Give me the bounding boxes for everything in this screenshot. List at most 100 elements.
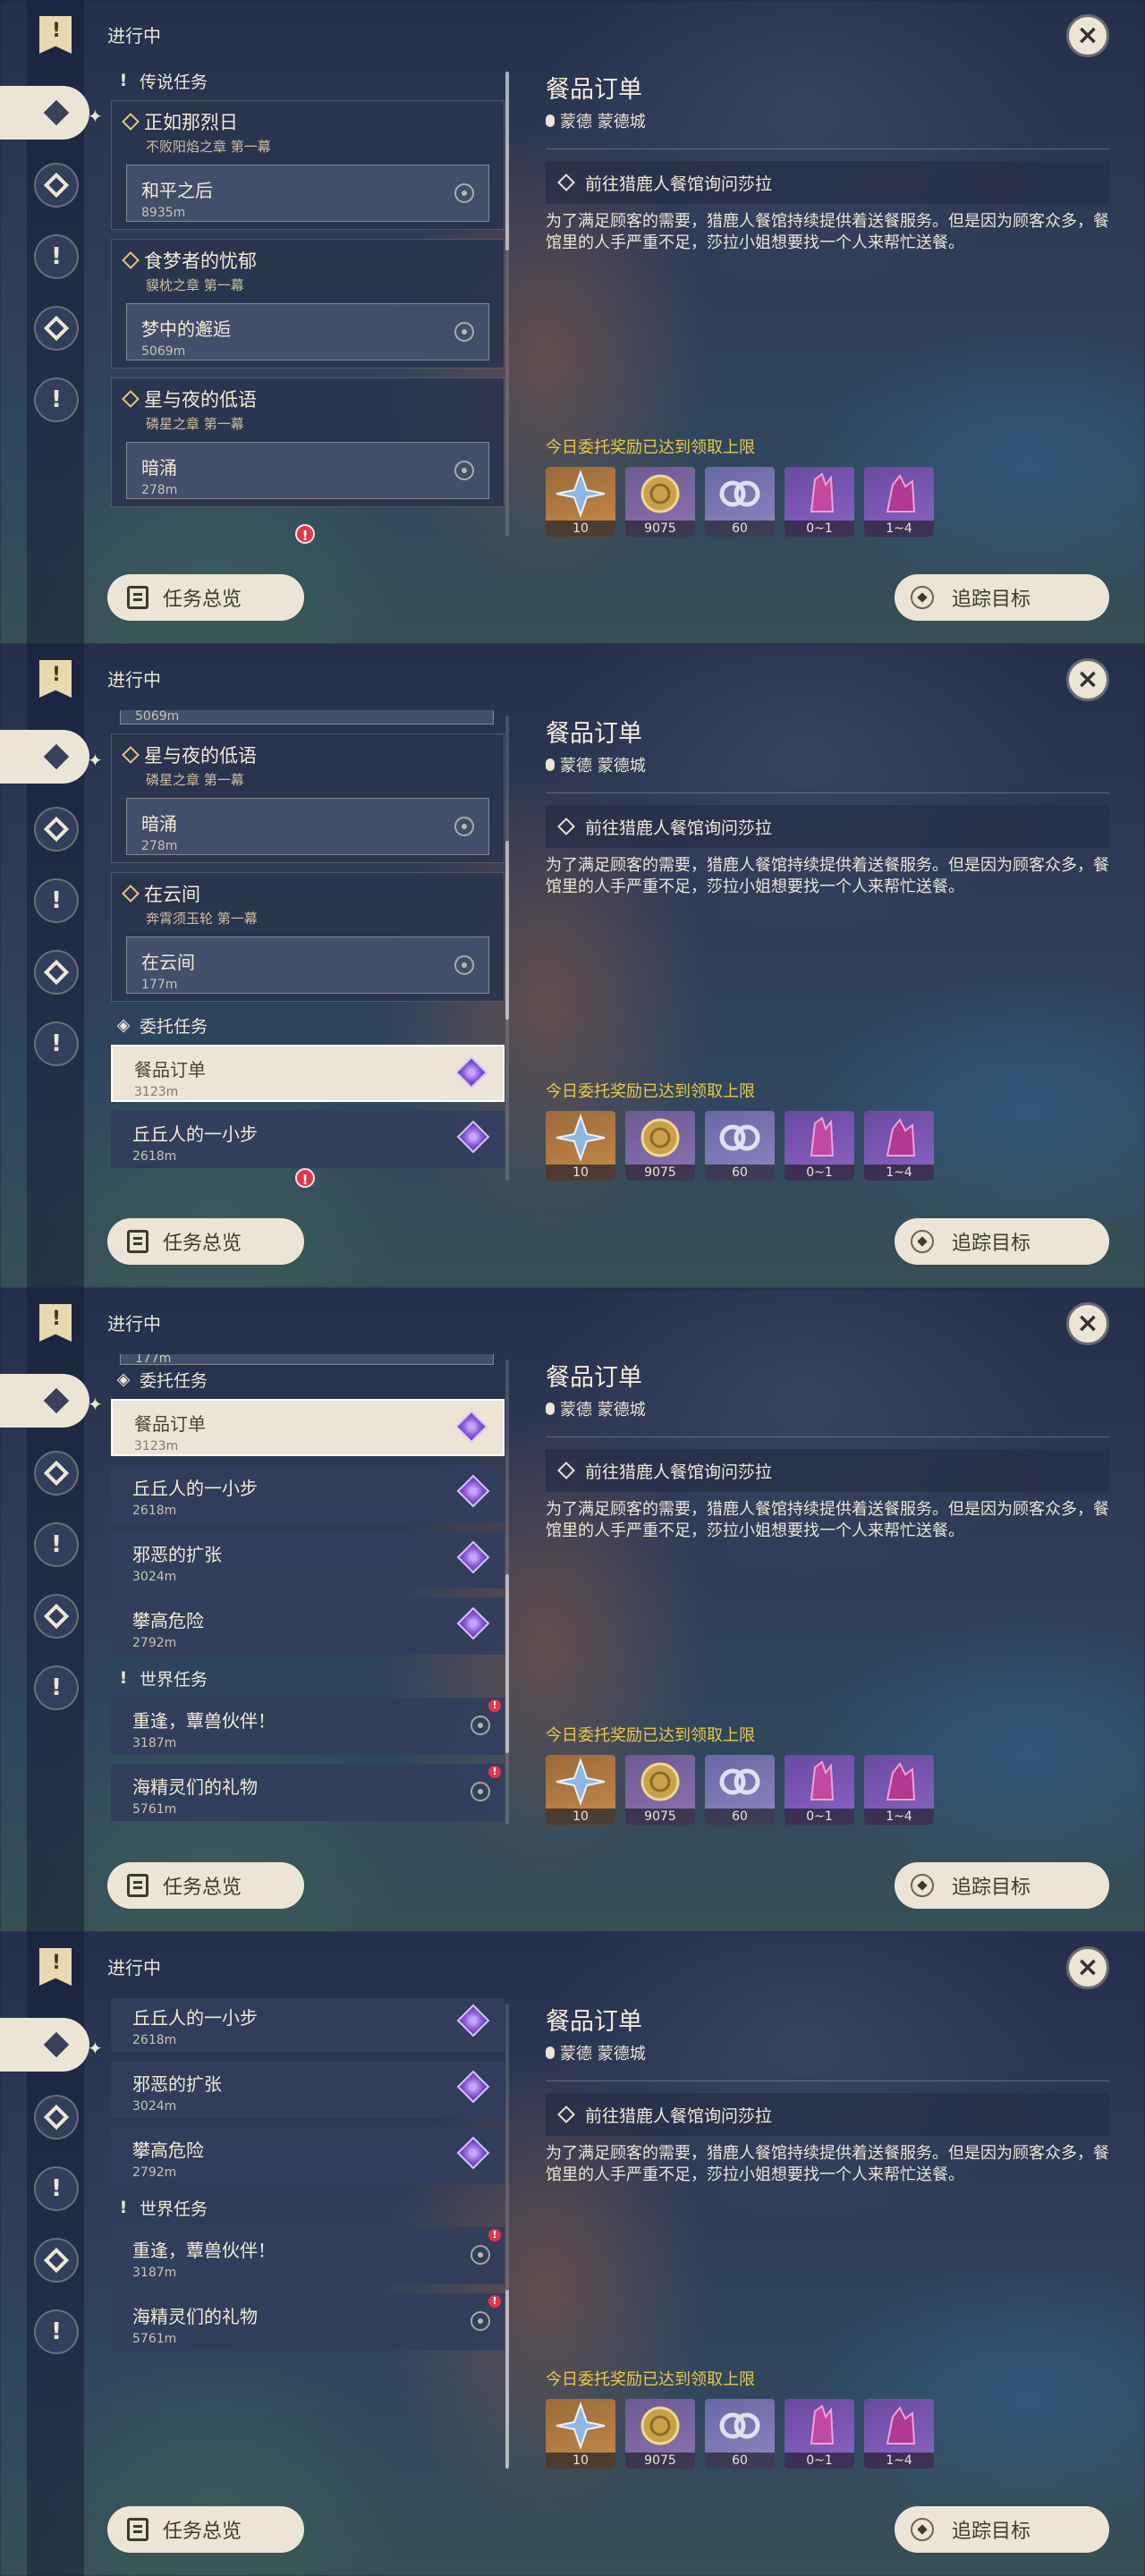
- rail-legend-button[interactable]: !: [34, 2166, 79, 2211]
- rail-all-quests-button[interactable]: [34, 90, 79, 135]
- rail-legend-button[interactable]: !: [34, 234, 79, 279]
- commission-item-selected[interactable]: 餐品订单 3123m: [111, 1045, 505, 1102]
- map-pin-icon[interactable]: [454, 322, 474, 342]
- map-pin-icon[interactable]: [471, 1716, 490, 1735]
- quest-step[interactable]: 和平之后 8935m: [126, 165, 489, 222]
- rail-commission-button[interactable]: [34, 306, 79, 351]
- map-pin-icon[interactable]: [454, 817, 474, 836]
- commission-item[interactable]: 丘丘人的一小步 2618m: [111, 1998, 505, 2052]
- commission-item-selected[interactable]: 餐品订单 3123m: [111, 1399, 505, 1456]
- world-quest-item[interactable]: 重逢，蕈兽伙伴！ 3187m!: [111, 1698, 505, 1755]
- quest-overview-button[interactable]: 任务总览: [107, 1218, 304, 1265]
- quest-group[interactable]: 在云间 奔霄须玉轮 第一幕 在云间 177m: [111, 872, 505, 1002]
- list-scroll-thumb[interactable]: [505, 2290, 509, 2469]
- mora-icon[interactable]: 9075: [625, 467, 695, 537]
- quest-marker-icon: [122, 390, 140, 408]
- rail-world-button[interactable]: !: [34, 1021, 79, 1066]
- rail-world-button[interactable]: !: [34, 2309, 79, 2354]
- commission-item[interactable]: 丘丘人的一小步 2618m: [111, 1111, 505, 1168]
- ore-crystal-icon[interactable]: 0~1: [785, 2399, 854, 2469]
- rail-legend-button[interactable]: !: [34, 1522, 79, 1567]
- world-quest-item[interactable]: 海精灵们的礼物 5761m!: [111, 1764, 505, 1821]
- quest-group[interactable]: 正如那烈日 不败阳焰之章 第一幕 和平之后 8935m: [111, 100, 505, 230]
- quest-step[interactable]: 在云间 177m: [126, 936, 489, 994]
- close-button[interactable]: ×: [1066, 14, 1109, 57]
- rail-archon-button[interactable]: [34, 2095, 79, 2140]
- ore-chunk-icon[interactable]: 1~4: [864, 1111, 934, 1181]
- ore-crystal-icon[interactable]: 0~1: [785, 1755, 854, 1825]
- quest-group[interactable]: 星与夜的低语 磷星之章 第一幕 暗涌 278m: [111, 377, 505, 507]
- close-button[interactable]: ×: [1066, 1302, 1109, 1345]
- ore-crystal-icon[interactable]: 0~1: [785, 1111, 854, 1181]
- adventure-exp-icon[interactable]: 60: [705, 1111, 775, 1181]
- track-objective-button[interactable]: 追踪目标: [895, 2506, 1109, 2553]
- track-objective-button[interactable]: 追踪目标: [895, 574, 1109, 621]
- close-button[interactable]: ×: [1066, 658, 1109, 701]
- close-button[interactable]: ×: [1066, 1946, 1109, 1989]
- commission-item[interactable]: 邪恶的扩张 3024m: [111, 2061, 505, 2118]
- mora-icon[interactable]: 9075: [625, 1755, 695, 1825]
- list-scroll-thumb[interactable]: [505, 841, 509, 1020]
- section-legend: ! 传说任务: [106, 66, 508, 95]
- commission-item[interactable]: 攀高危险 2792m: [111, 2127, 505, 2184]
- map-pin-icon[interactable]: [454, 955, 474, 975]
- ore-crystal-icon[interactable]: 0~1: [785, 467, 854, 537]
- map-pin-icon[interactable]: [471, 1782, 490, 1801]
- track-objective-button[interactable]: 追踪目标: [895, 1218, 1109, 1265]
- location-pin-icon: [546, 758, 555, 771]
- ore-chunk-icon[interactable]: 1~4: [864, 1755, 934, 1825]
- quest-overview-button[interactable]: 任务总览: [107, 1862, 304, 1909]
- quest-step-partial[interactable]: 177m: [120, 1354, 494, 1366]
- rail-all-quests-button[interactable]: [34, 1378, 79, 1423]
- rail-archon-button[interactable]: [34, 163, 79, 208]
- rail-archon-button[interactable]: [34, 807, 79, 852]
- list-scroll-thumb[interactable]: [505, 72, 509, 250]
- quest-group[interactable]: 食梦者的忧郁 貘枕之章 第一幕 梦中的邂逅 5069m: [111, 239, 505, 369]
- quest-list[interactable]: 5069m 星与夜的低语 磷星之章 第一幕 暗涌 278m 在云间 奔霄须玉轮 第…: [106, 710, 508, 1184]
- rail-archon-button[interactable]: [34, 1451, 79, 1496]
- quest-list[interactable]: 丘丘人的一小步 2618m 邪恶的扩张 3024m 攀高危险 2792m ! 世界任务 …: [106, 1998, 508, 2472]
- ore-chunk-icon[interactable]: 1~4: [864, 2399, 934, 2469]
- mora-icon[interactable]: 9075: [625, 2399, 695, 2469]
- map-pin-icon[interactable]: [471, 2311, 490, 2331]
- quest-overview-button[interactable]: 任务总览: [107, 2506, 304, 2553]
- quest-step-partial[interactable]: 5069m: [120, 710, 494, 724]
- commission-item[interactable]: 丘丘人的一小步 2618m: [111, 1465, 505, 1522]
- rail-commission-button[interactable]: [34, 950, 79, 995]
- quest-step[interactable]: 暗涌 278m: [126, 798, 489, 855]
- primogem-icon[interactable]: 10: [546, 2399, 615, 2469]
- quest-group[interactable]: 星与夜的低语 磷星之章 第一幕 暗涌 278m: [111, 733, 505, 863]
- rail-world-button[interactable]: !: [34, 377, 79, 422]
- map-pin-icon[interactable]: [454, 183, 474, 203]
- mora-icon[interactable]: 9075: [625, 1111, 695, 1181]
- quest-list[interactable]: 177m ◈ 委托任务 餐品订单 3123m 丘丘人的一小步 2618m 邪恶的扩张 3…: [106, 1354, 508, 1828]
- rail-all-quests-button[interactable]: [34, 2022, 79, 2067]
- sparkle-icon: ✦: [88, 1394, 103, 1415]
- adventure-exp-icon[interactable]: 60: [705, 467, 775, 537]
- quest-step[interactable]: 梦中的邂逅 5069m: [126, 303, 489, 360]
- adventure-exp-icon[interactable]: 60: [705, 1755, 775, 1825]
- commission-item[interactable]: 攀高危险 2792m: [111, 1597, 505, 1655]
- primogem-icon[interactable]: 10: [546, 1755, 615, 1825]
- map-pin-icon[interactable]: [454, 461, 474, 480]
- quest-list[interactable]: ! 传说任务 正如那烈日 不败阳焰之章 第一幕 和平之后 8935m 食梦者的忧郁 …: [106, 66, 508, 540]
- primogem-icon[interactable]: 10: [546, 1111, 615, 1181]
- primogem-icon[interactable]: 10: [546, 467, 615, 537]
- rail-commission-button[interactable]: [34, 2238, 79, 2283]
- quest-step[interactable]: 暗涌 278m: [126, 442, 489, 499]
- ore-chunk-icon[interactable]: 1~4: [864, 467, 934, 537]
- reward-list: 10 9075 60 0~1 1~4: [546, 467, 934, 537]
- world-quest-item[interactable]: 海精灵们的礼物 5761m!: [111, 2293, 505, 2351]
- quest-overview-button[interactable]: 任务总览: [107, 574, 304, 621]
- rail-commission-button[interactable]: [34, 1594, 79, 1639]
- commission-item[interactable]: 邪恶的扩张 3024m: [111, 1531, 505, 1589]
- adventure-exp-icon[interactable]: 60: [705, 2399, 775, 2469]
- world-quest-item[interactable]: 重逢，蕈兽伙伴！ 3187m!: [111, 2227, 505, 2284]
- map-pin-icon[interactable]: [471, 2245, 490, 2265]
- rail-legend-button[interactable]: !: [34, 878, 79, 923]
- track-icon: [911, 1230, 934, 1253]
- track-objective-button[interactable]: 追踪目标: [895, 1862, 1109, 1909]
- rail-all-quests-button[interactable]: [34, 734, 79, 779]
- list-scroll-thumb[interactable]: [505, 1574, 509, 1753]
- rail-world-button[interactable]: !: [34, 1665, 79, 1710]
